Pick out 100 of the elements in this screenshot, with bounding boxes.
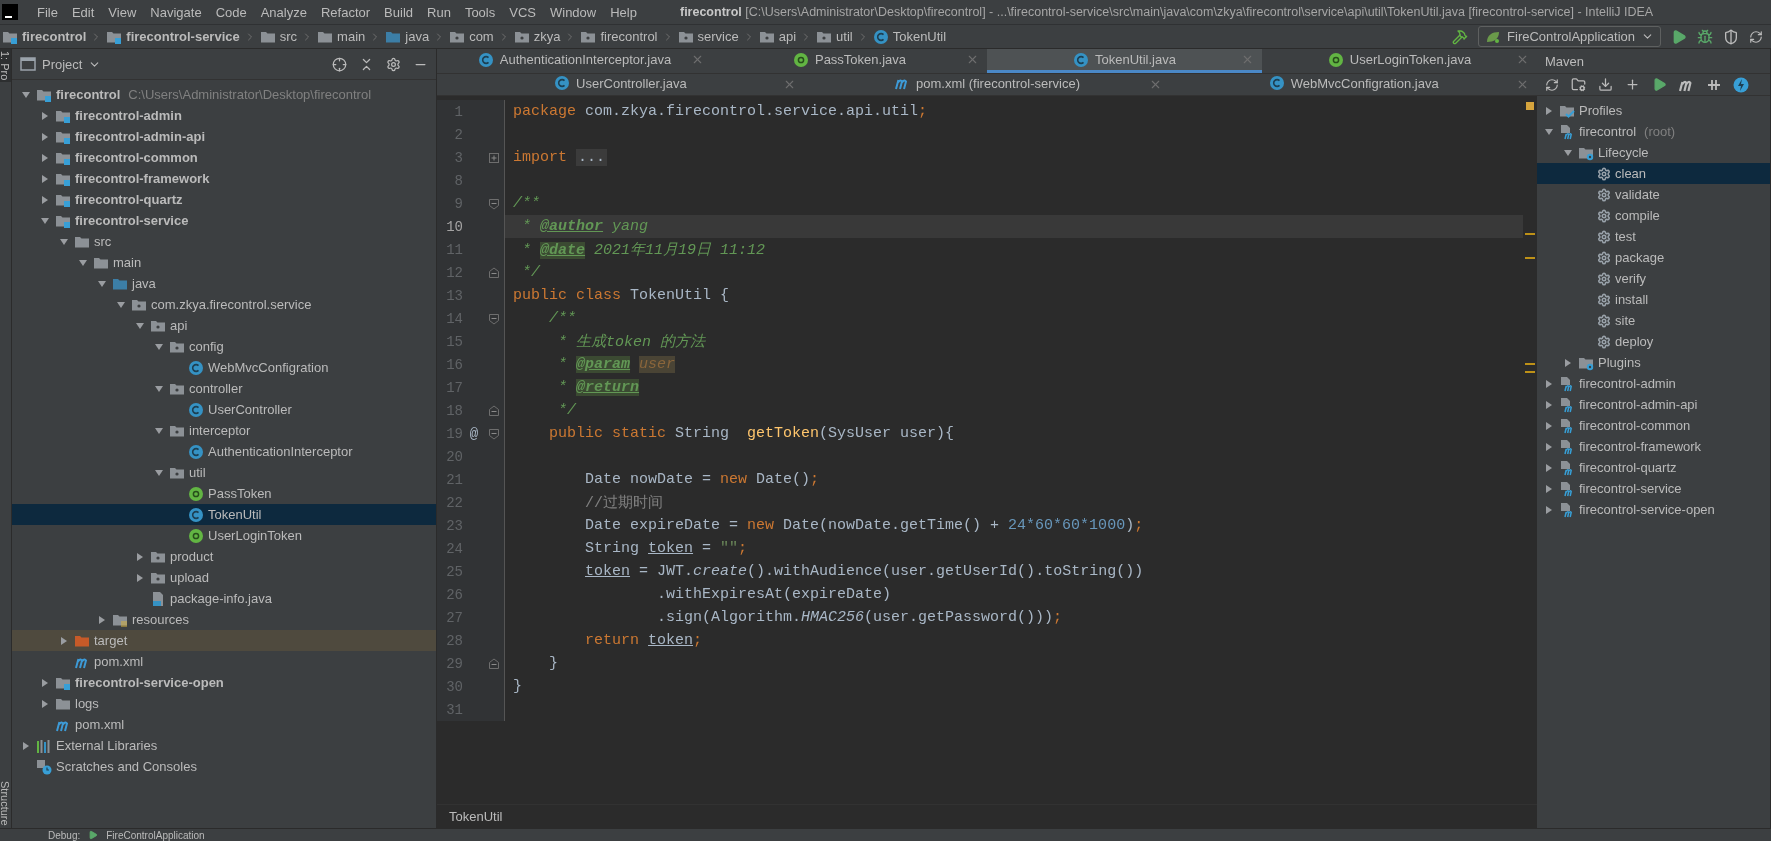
breadcrumb-item[interactable]: main [315, 28, 368, 45]
expand-arrow-icon[interactable] [154, 425, 164, 436]
menu-item[interactable]: VCS [502, 4, 543, 20]
expand-arrow-icon[interactable] [97, 278, 107, 289]
tree-item[interactable]: pom.xml [12, 714, 436, 735]
editor-tab[interactable]: AuthenticationInterceptor.java [437, 49, 712, 73]
menu-item[interactable]: Tools [457, 4, 503, 20]
menu-item[interactable]: Code [208, 4, 254, 20]
expand-arrow-icon[interactable] [154, 341, 164, 352]
close-icon[interactable] [1516, 78, 1529, 91]
tree-item[interactable]: firecontrol-quartz [12, 189, 436, 210]
fold-icon[interactable] [488, 197, 500, 210]
expand-arrow-icon[interactable] [1544, 504, 1554, 515]
run-configuration-dropdown[interactable]: FireControlApplication [1478, 26, 1661, 47]
tree-item[interactable]: firecontrol-admin-api [1537, 394, 1770, 415]
tree-item[interactable]: UserController [12, 399, 436, 420]
expand-arrow-icon[interactable] [1544, 126, 1554, 137]
tree-item[interactable]: upload [12, 567, 436, 588]
gutter-mark[interactable]: @ [469, 425, 479, 442]
folder-gear-icon[interactable] [1571, 77, 1586, 92]
expand-arrow-icon[interactable] [1544, 378, 1554, 389]
tree-item[interactable]: api [12, 315, 436, 336]
download-icon[interactable] [1598, 77, 1613, 92]
close-icon[interactable] [1516, 53, 1529, 66]
tree-item[interactable]: firecontrol-admin-api [12, 126, 436, 147]
tree-item[interactable]: product [12, 546, 436, 567]
close-icon[interactable] [966, 53, 979, 66]
panel-title[interactable]: Project [42, 56, 83, 72]
tree-item[interactable]: UserLoginToken [12, 525, 436, 546]
tree-item[interactable]: install [1537, 289, 1770, 310]
editor-tab[interactable]: WebMvcConfigration.java [1170, 74, 1537, 95]
breadcrumb-item[interactable]: firecontrol-service [104, 28, 242, 45]
breadcrumb-item[interactable]: service [675, 28, 741, 45]
tree-item[interactable]: test [1537, 226, 1770, 247]
breadcrumb-item[interactable]: java [383, 28, 432, 45]
expand-arrow-icon[interactable] [40, 131, 50, 142]
breadcrumb-item[interactable]: firecontrol [0, 28, 89, 45]
fold-icon[interactable] [488, 266, 500, 279]
tree-item[interactable]: AuthenticationInterceptor [12, 441, 436, 462]
tree-item[interactable]: firecontrol-quartz [1537, 457, 1770, 478]
add-icon[interactable] [1625, 77, 1640, 92]
tree-item[interactable]: firecontrol-service [12, 210, 436, 231]
tool-window-label[interactable]: Debug: [48, 829, 81, 841]
session-tab[interactable]: FireControlApplication [106, 829, 205, 841]
fold-icon[interactable] [488, 427, 500, 440]
tree-item[interactable]: Profiles [1537, 100, 1770, 121]
tree-item[interactable]: interceptor [12, 420, 436, 441]
expand-arrow-icon[interactable] [154, 383, 164, 394]
tree-item[interactable]: logs [12, 693, 436, 714]
breadcrumb-item[interactable]: zkya [511, 28, 563, 45]
tree-item[interactable]: Plugins [1537, 352, 1770, 373]
expand-arrow-icon[interactable] [135, 320, 145, 331]
tree-item[interactable]: com.zkya.firecontrol.service [12, 294, 436, 315]
expand-arrow-icon[interactable] [1544, 462, 1554, 473]
tree-item[interactable]: validate [1537, 184, 1770, 205]
expand-arrow-icon[interactable] [59, 635, 69, 646]
tree-item[interactable]: PassToken [12, 483, 436, 504]
menu-item[interactable]: File [30, 4, 65, 20]
run-icon[interactable] [1671, 28, 1687, 45]
refresh-icon[interactable] [1545, 77, 1559, 92]
fold-icon[interactable] [488, 657, 500, 670]
tree-item[interactable]: External Libraries [12, 735, 436, 756]
tree-item[interactable]: firecontrol-service [1537, 478, 1770, 499]
expand-arrow-icon[interactable] [135, 551, 145, 562]
tree-item[interactable]: main [12, 252, 436, 273]
expand-arrow-icon[interactable] [40, 698, 50, 709]
expand-arrow-icon[interactable] [40, 194, 50, 205]
expand-arrow-icon[interactable] [1544, 483, 1554, 494]
expand-arrow-icon[interactable] [40, 677, 50, 688]
editor-tab[interactable]: TokenUtil.java [987, 49, 1262, 73]
expand-arrow-icon[interactable] [1544, 399, 1554, 410]
lightning-icon[interactable] [1733, 76, 1749, 93]
fold-icon[interactable] [488, 312, 500, 325]
coverage-icon[interactable] [1723, 28, 1739, 45]
tree-item[interactable]: package-info.java [12, 588, 436, 609]
tree-item[interactable]: deploy [1537, 331, 1770, 352]
tree-item[interactable]: firecontrol (root) [1537, 121, 1770, 142]
menu-item[interactable]: Run [420, 4, 458, 20]
tree-item[interactable]: pom.xml [12, 651, 436, 672]
expand-arrow-icon[interactable] [1544, 441, 1554, 452]
expand-arrow-icon[interactable] [116, 299, 126, 310]
tree-item[interactable]: Lifecycle [1537, 142, 1770, 163]
expand-arrow-icon[interactable] [78, 257, 88, 268]
breadcrumb-item[interactable]: TokenUtil [449, 809, 503, 824]
breadcrumb-item[interactable]: api [756, 28, 799, 45]
expand-arrow-icon[interactable] [154, 467, 164, 478]
expand-arrow-icon[interactable] [40, 152, 50, 163]
tree-item[interactable]: Scratches and Consoles [12, 756, 436, 777]
tree-item[interactable]: java [12, 273, 436, 294]
settings-icon[interactable] [386, 56, 401, 72]
tree-item[interactable]: firecontrol-common [12, 147, 436, 168]
menu-item[interactable]: Help [603, 4, 644, 20]
expand-arrow-icon[interactable] [40, 173, 50, 184]
expand-arrow-icon[interactable] [1544, 105, 1554, 116]
tree-item[interactable]: package [1537, 247, 1770, 268]
tree-item[interactable]: firecontrol-admin [1537, 373, 1770, 394]
tree-item[interactable]: firecontrol-common [1537, 415, 1770, 436]
tree-item[interactable]: site [1537, 310, 1770, 331]
expand-arrow-icon[interactable] [1544, 420, 1554, 431]
tree-item[interactable]: clean [1537, 163, 1770, 184]
